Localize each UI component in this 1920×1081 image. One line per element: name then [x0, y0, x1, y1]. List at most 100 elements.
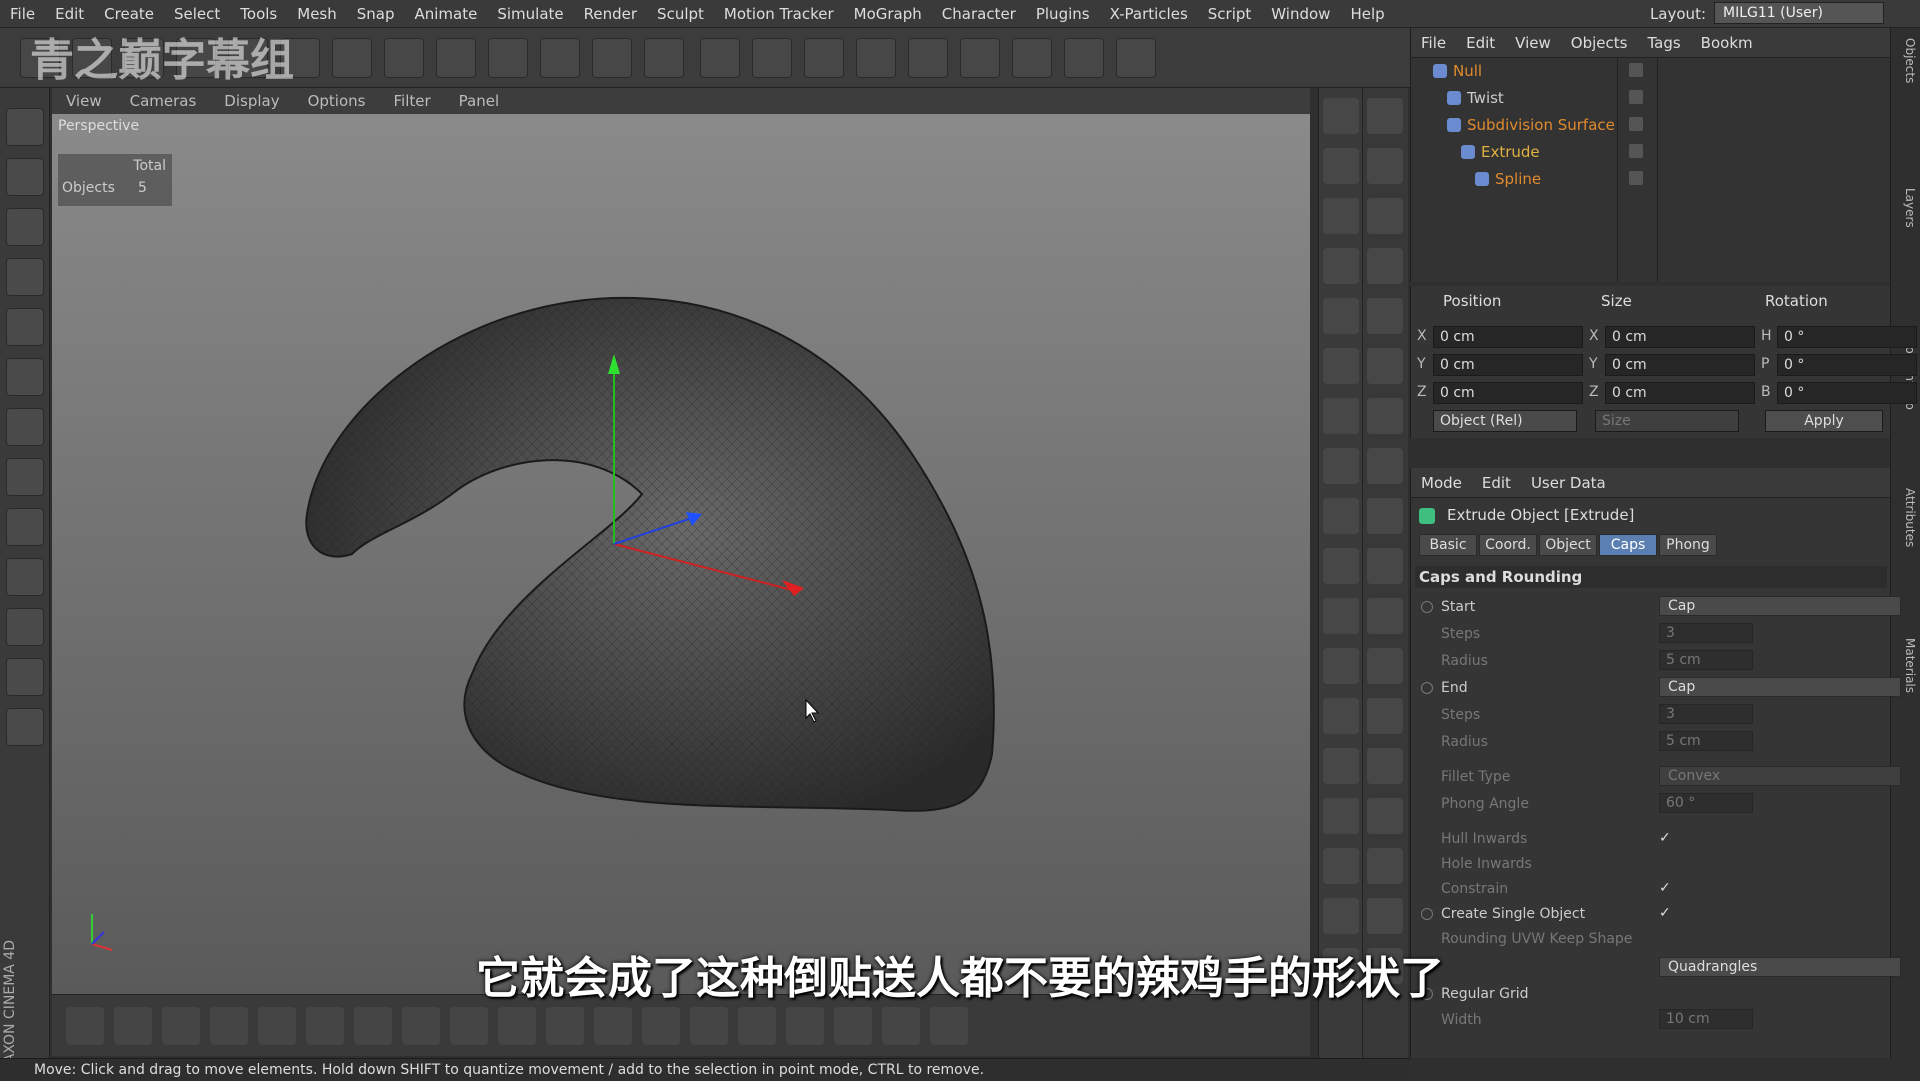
apply-button[interactable]: Apply: [1765, 410, 1883, 432]
left-tool-icon[interactable]: [6, 458, 44, 496]
bottom-tool-icon[interactable]: [546, 1007, 584, 1045]
om-menu-bookm[interactable]: Bookm: [1691, 34, 1763, 52]
menu-item-snap[interactable]: Snap: [347, 5, 405, 23]
snap-icon[interactable]: [1367, 448, 1403, 484]
object-row-null[interactable]: Null: [1411, 58, 1891, 84]
position-z-field[interactable]: 0 cm: [1433, 382, 1583, 404]
snap-icon[interactable]: [1367, 598, 1403, 634]
mode-icon[interactable]: [1323, 798, 1359, 834]
size-mode-dropdown[interactable]: Size: [1595, 410, 1739, 432]
property-checkbox[interactable]: [1659, 855, 1675, 871]
visibility-toggle[interactable]: [1629, 171, 1643, 185]
left-tool-icon[interactable]: [6, 708, 44, 746]
bottom-tool-icon[interactable]: [162, 1007, 200, 1045]
menu-item-character[interactable]: Character: [932, 5, 1026, 23]
property-checkbox[interactable]: ✓: [1659, 830, 1675, 846]
bottom-tool-icon[interactable]: [498, 1007, 536, 1045]
object-row-extrude[interactable]: Extrude: [1411, 139, 1891, 165]
toolbar-tool-icon[interactable]: [332, 38, 372, 78]
rotation-b-field[interactable]: 0 °: [1777, 382, 1917, 404]
mode-icon[interactable]: [1323, 448, 1359, 484]
mode-icon[interactable]: [1323, 548, 1359, 584]
toolbar-tool-icon[interactable]: [384, 38, 424, 78]
viewport-menu-options[interactable]: Options: [294, 92, 380, 110]
mode-icon[interactable]: [1323, 648, 1359, 684]
om-menu-edit[interactable]: Edit: [1456, 34, 1505, 52]
viewport-menu-filter[interactable]: Filter: [379, 92, 444, 110]
object-row-spline[interactable]: Spline: [1411, 166, 1891, 192]
toolbar-tool-icon[interactable]: [540, 38, 580, 78]
toolbar-tool-icon[interactable]: [1012, 38, 1052, 78]
bottom-tool-icon[interactable]: [402, 1007, 440, 1045]
left-tool-icon[interactable]: [6, 108, 44, 146]
bottom-tool-icon[interactable]: [930, 1007, 968, 1045]
left-tool-icon[interactable]: [6, 258, 44, 296]
menu-item-file[interactable]: File: [0, 5, 45, 23]
snap-icon[interactable]: [1367, 648, 1403, 684]
om-menu-file[interactable]: File: [1411, 34, 1456, 52]
toolbar-tool-icon[interactable]: [488, 38, 528, 78]
tab-basic[interactable]: Basic: [1419, 534, 1477, 556]
visibility-toggle[interactable]: [1629, 117, 1643, 131]
bottom-tool-icon[interactable]: [210, 1007, 248, 1045]
menu-item-simulate[interactable]: Simulate: [487, 5, 573, 23]
bottom-tool-icon[interactable]: [66, 1007, 104, 1045]
toolbar-tool-icon[interactable]: [592, 38, 632, 78]
mode-icon[interactable]: [1323, 898, 1359, 934]
snap-icon[interactable]: [1367, 198, 1403, 234]
menu-item-sculpt[interactable]: Sculpt: [647, 5, 714, 23]
tab-coord[interactable]: Coord.: [1479, 534, 1537, 556]
mode-icon[interactable]: [1323, 298, 1359, 334]
side-tab-attributes[interactable]: Attributes: [1895, 488, 1917, 547]
visibility-toggle[interactable]: [1629, 63, 1643, 77]
menu-item-mograph[interactable]: MoGraph: [844, 5, 932, 23]
property-number-field[interactable]: 3: [1659, 704, 1753, 724]
toolbar-tool-icon[interactable]: [752, 38, 792, 78]
snap-icon[interactable]: [1367, 898, 1403, 934]
rotation-h-field[interactable]: 0 °: [1777, 326, 1917, 348]
mode-icon[interactable]: [1323, 98, 1359, 134]
size-y-field[interactable]: 0 cm: [1605, 354, 1755, 376]
coordinate-mode-dropdown[interactable]: Object (Rel): [1433, 410, 1577, 432]
property-radio[interactable]: [1421, 601, 1433, 613]
bottom-tool-icon[interactable]: [114, 1007, 152, 1045]
snap-icon[interactable]: [1367, 748, 1403, 784]
bottom-tool-icon[interactable]: [834, 1007, 872, 1045]
snap-icon[interactable]: [1367, 98, 1403, 134]
object-row-twist[interactable]: Twist: [1411, 85, 1891, 111]
mode-icon[interactable]: [1323, 748, 1359, 784]
bottom-tool-icon[interactable]: [450, 1007, 488, 1045]
property-number-field[interactable]: 10 cm: [1659, 1009, 1753, 1029]
snap-icon[interactable]: [1367, 248, 1403, 284]
menu-item-plugins[interactable]: Plugins: [1026, 5, 1100, 23]
menu-item-animate[interactable]: Animate: [405, 5, 488, 23]
property-number-field[interactable]: 3: [1659, 623, 1753, 643]
attr-menu-user-data[interactable]: User Data: [1521, 474, 1616, 492]
property-dropdown[interactable]: Convex: [1659, 766, 1901, 786]
mode-icon[interactable]: [1323, 698, 1359, 734]
om-menu-objects[interactable]: Objects: [1561, 34, 1638, 52]
snap-icon[interactable]: [1367, 348, 1403, 384]
menu-item-motion-tracker[interactable]: Motion Tracker: [714, 5, 844, 23]
snap-icon[interactable]: [1367, 498, 1403, 534]
viewport-menu-panel[interactable]: Panel: [445, 92, 513, 110]
snap-icon[interactable]: [1367, 148, 1403, 184]
size-x-field[interactable]: 0 cm: [1605, 326, 1755, 348]
om-menu-view[interactable]: View: [1505, 34, 1561, 52]
left-tool-icon[interactable]: [6, 358, 44, 396]
menu-item-script[interactable]: Script: [1198, 5, 1262, 23]
property-dropdown[interactable]: Cap: [1659, 596, 1901, 616]
snap-icon[interactable]: [1367, 548, 1403, 584]
left-tool-icon[interactable]: [6, 658, 44, 696]
mode-icon[interactable]: [1323, 398, 1359, 434]
property-radio[interactable]: [1421, 682, 1433, 694]
mode-icon[interactable]: [1323, 248, 1359, 284]
menu-item-edit[interactable]: Edit: [45, 5, 94, 23]
left-tool-icon[interactable]: [6, 558, 44, 596]
bottom-tool-icon[interactable]: [354, 1007, 392, 1045]
menu-item-tools[interactable]: Tools: [230, 5, 287, 23]
menu-item-x-particles[interactable]: X-Particles: [1100, 5, 1198, 23]
left-tool-icon[interactable]: [6, 208, 44, 246]
side-tab-objects[interactable]: Objects: [1895, 38, 1917, 83]
left-tool-icon[interactable]: [6, 608, 44, 646]
